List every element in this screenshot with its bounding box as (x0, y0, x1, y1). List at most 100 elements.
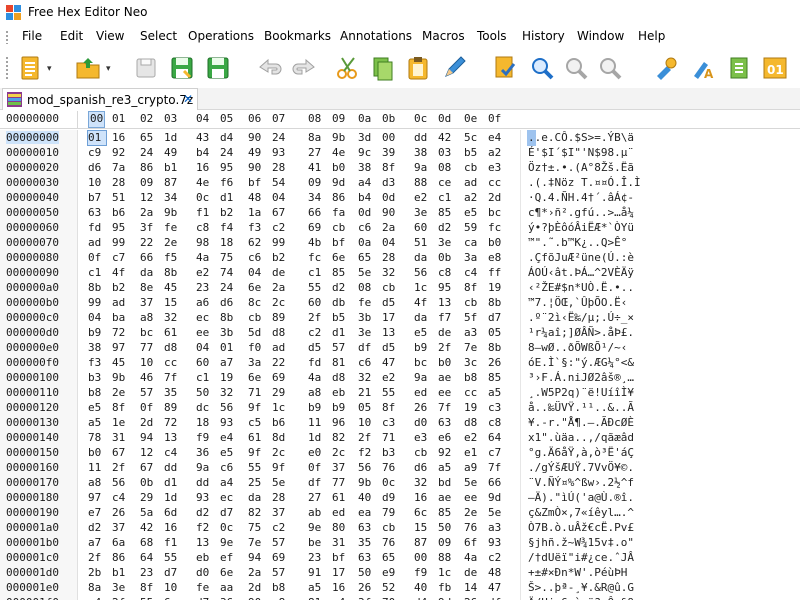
open-folder-icon[interactable] (74, 54, 102, 82)
hex-byte[interactable]: 37 (332, 461, 345, 474)
hex-byte[interactable]: 93 (488, 536, 501, 549)
hex-byte[interactable]: 9e (220, 536, 233, 549)
new-file-icon[interactable] (16, 54, 44, 82)
ascii-text[interactable]: Ò7B.ò.uÂž€cË.Pv£ (528, 521, 634, 534)
hex-row[interactable]: 00000010 c9 92 24 49 b4 24 49 93 27 4e 9c 39 38 03 b5 a2… (0, 145, 800, 161)
hex-byte[interactable]: b9 (332, 401, 345, 414)
column-header-0e[interactable]: 0e (464, 112, 477, 125)
menu-bookmarks[interactable]: Bookmarks (264, 29, 331, 43)
hex-byte[interactable]: ee (196, 326, 209, 339)
hex-byte[interactable]: b5 (464, 146, 477, 159)
hex-byte[interactable]: 9f (248, 446, 261, 459)
ascii-text[interactable]: .º¨2ì‹Ë‰/µ;.Ú÷_× (528, 311, 634, 324)
hex-byte[interactable]: d5 (382, 341, 395, 354)
hex-byte[interactable]: b4 (358, 191, 371, 204)
hex-byte[interactable]: 77 (140, 341, 153, 354)
hex-byte[interactable]: 19 (488, 281, 501, 294)
hex-byte[interactable]: cc (164, 356, 177, 369)
hex-byte[interactable]: d8 (464, 416, 477, 429)
ascii-text[interactable]: ³›F.Á.niJØ2âš®¸… (528, 371, 634, 384)
hex-byte[interactable]: 16 (332, 581, 345, 594)
hex-byte[interactable]: 90 (248, 161, 261, 174)
hex-byte[interactable]: f7 (438, 311, 451, 324)
hex-row[interactable]: 000001b0 a7 6a 68 f1 13 9e 7e 57 be 31 35 76 87 09 6f 93… (0, 535, 800, 551)
hex-byte[interactable]: 9f (272, 461, 285, 474)
ascii-text[interactable]: å..‰ÜVŸ.¹¹..&..Ã (528, 401, 634, 414)
ascii-text[interactable]: ­™".˜.b™K¿..Q>Ê° (528, 236, 627, 249)
ascii-text[interactable]: óE.Ì`§:"ý.ÆG¼°<& (528, 356, 634, 369)
hex-byte[interactable]: c6 (358, 356, 371, 369)
column-header-02[interactable]: 02 (140, 112, 153, 125)
hex-byte[interactable]: 7f (164, 371, 177, 384)
hex-byte[interactable]: 18 (220, 236, 233, 249)
hex-byte[interactable]: 16 (414, 491, 427, 504)
hex-byte[interactable]: eb (332, 386, 345, 399)
column-header-03[interactable]: 03 (164, 112, 177, 125)
hex-byte[interactable]: c4 (464, 266, 477, 279)
hex-byte[interactable]: a5 (438, 461, 451, 474)
menu-macros[interactable]: Macros (422, 29, 465, 43)
hex-byte[interactable]: c2 (308, 326, 321, 339)
hex-byte[interactable]: 7f (488, 461, 501, 474)
hex-byte[interactable]: d2 (88, 521, 101, 534)
hex-byte[interactable]: 2b (88, 566, 101, 579)
menu-window[interactable]: Window (577, 29, 624, 43)
hex-byte[interactable]: 2a (382, 221, 395, 234)
hex-byte[interactable]: 3b (358, 311, 371, 324)
hex-byte[interactable]: cb (464, 296, 477, 309)
hex-byte[interactable]: ec (196, 311, 209, 324)
menu-select[interactable]: Select (140, 29, 177, 43)
hex-byte[interactable]: b4 (196, 146, 209, 159)
hex-byte[interactable]: 1a (248, 206, 261, 219)
hex-byte[interactable]: 57 (272, 536, 285, 549)
hex-byte[interactable]: 46 (140, 371, 153, 384)
undo-icon[interactable] (256, 54, 284, 82)
hex-byte[interactable]: 94 (140, 431, 153, 444)
hex-byte[interactable]: e2 (382, 371, 395, 384)
hex-byte[interactable]: e9 (382, 566, 395, 579)
hex-byte[interactable]: e3 (414, 431, 427, 444)
hex-row[interactable]: 00000070 ad 99 22 2e 98 18 62 99 4b bf 0a 04 51 3e ca b0… (0, 235, 800, 251)
hex-row[interactable]: 00000160 11 2f 67 dd 9a c6 55 9f 0f 37 56 76 d6 a5 a9 7f… (0, 460, 800, 476)
hex-byte[interactable]: f4 (220, 221, 233, 234)
hex-byte[interactable]: cb (414, 446, 427, 459)
hex-byte[interactable]: 90 (248, 596, 261, 600)
menu-file[interactable]: File (22, 29, 42, 43)
hex-byte[interactable]: 89 (164, 401, 177, 414)
hex-row[interactable]: 00000040 b7 51 12 34 0c d1 48 04 34 86 b4 0d e2 c1 a2 2d… (0, 190, 800, 206)
hex-byte[interactable]: 43 (196, 131, 209, 144)
hex-byte[interactable]: 2c (272, 296, 285, 309)
hex-byte[interactable]: e5 (464, 206, 477, 219)
hex-byte[interactable]: 2f (112, 461, 125, 474)
hex-byte[interactable]: 45 (112, 356, 125, 369)
hex-byte[interactable]: d2 (332, 281, 345, 294)
hex-byte[interactable]: 64 (488, 431, 501, 444)
hex-byte[interactable]: 3e (112, 581, 125, 594)
ascii-text[interactable]: ¥.-r."Å¶.–.ÃÐcØÈ (528, 416, 634, 429)
hex-byte[interactable]: 82 (332, 431, 345, 444)
hex-byte[interactable]: 85 (332, 266, 345, 279)
hex-byte[interactable]: a8 (88, 476, 101, 489)
hex-byte[interactable]: 23 (140, 566, 153, 579)
hex-byte[interactable]: a7 (88, 536, 101, 549)
ascii-text[interactable]: ..e.CÔ.$S>=.ÝB\ä (528, 131, 634, 144)
hex-byte[interactable]: c9 (88, 146, 101, 159)
hex-byte[interactable]: 61 (332, 491, 345, 504)
hex-byte[interactable]: b6 (112, 206, 125, 219)
hex-byte[interactable]: b7 (88, 191, 101, 204)
hex-byte[interactable]: 89 (272, 311, 285, 324)
hex-byte[interactable]: 0f (140, 401, 153, 414)
menu-help[interactable]: Help (638, 29, 665, 43)
hex-row[interactable]: 000000b0 99 ad 37 15 a6 d6 8c 2c 60 db fe d5 4f 13 cb 8b… (0, 295, 800, 311)
ascii-text[interactable]: /†dUëï"i#¿ce.ˆJÂ (528, 551, 634, 564)
hex-byte[interactable]: 75 (220, 251, 233, 264)
hex-byte[interactable]: a4 (220, 476, 233, 489)
hex-byte[interactable]: cb (382, 281, 395, 294)
hex-byte[interactable]: b0 (488, 236, 501, 249)
hex-byte[interactable]: 08 (358, 281, 371, 294)
hex-byte[interactable]: 37 (112, 521, 125, 534)
hex-byte[interactable]: 05 (358, 401, 371, 414)
hex-byte[interactable]: 19 (464, 401, 477, 414)
column-header-07[interactable]: 07 (272, 112, 285, 125)
hex-byte[interactable]: ff (488, 266, 501, 279)
